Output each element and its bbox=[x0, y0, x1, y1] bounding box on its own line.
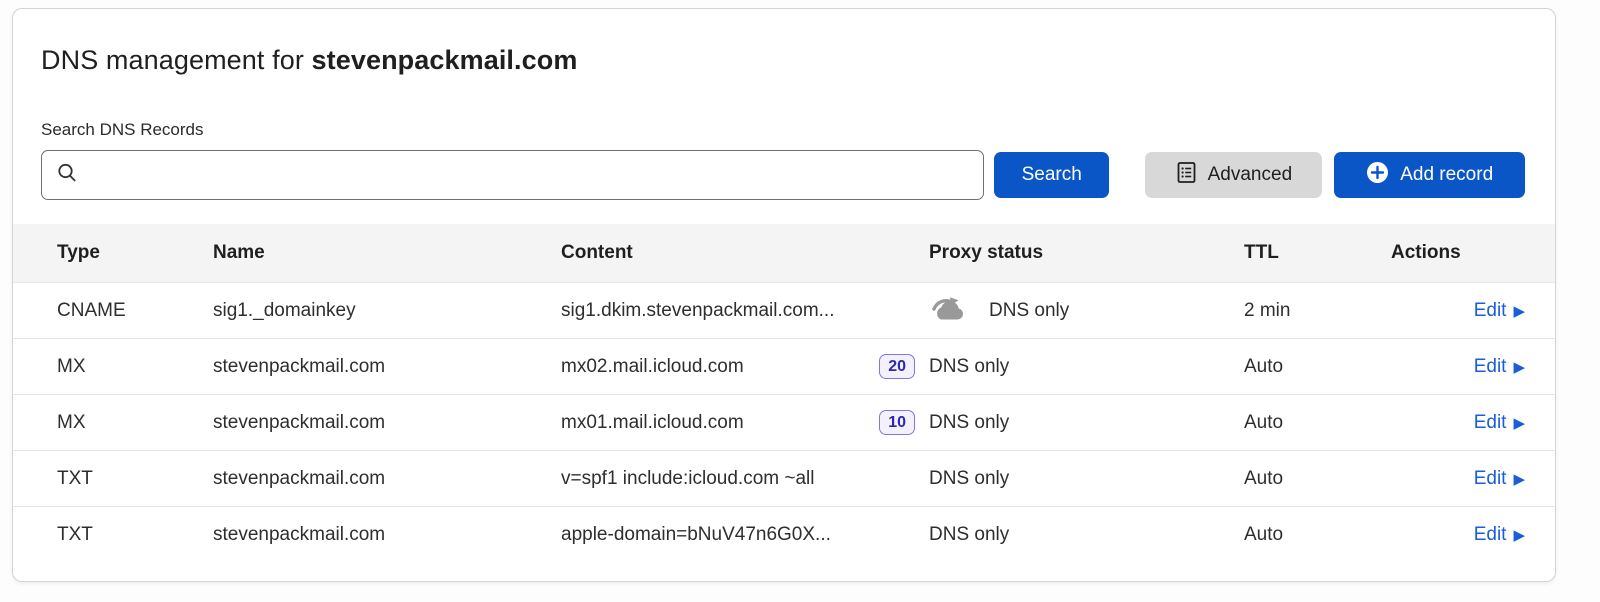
record-ttl: Auto bbox=[1244, 356, 1391, 378]
add-record-button-label: Add record bbox=[1400, 164, 1493, 186]
record-type: MX bbox=[57, 356, 213, 378]
column-header-actions: Actions bbox=[1391, 242, 1525, 264]
mx-priority-badge: 20 bbox=[879, 354, 915, 379]
record-type: CNAME bbox=[57, 300, 213, 322]
edit-record-link[interactable]: Edit ▶ bbox=[1474, 468, 1525, 490]
table-row: TXT stevenpackmail.com apple-domain=bNuV… bbox=[13, 506, 1555, 562]
controls-row: Search Advanced bbox=[41, 150, 1525, 200]
search-input[interactable] bbox=[88, 165, 969, 186]
record-name: stevenpackmail.com bbox=[213, 468, 561, 490]
search-button[interactable]: Search bbox=[994, 152, 1109, 198]
edit-link-label: Edit bbox=[1474, 300, 1507, 322]
column-header-content: Content bbox=[561, 242, 929, 264]
column-header-type: Type bbox=[57, 242, 213, 264]
caret-right-icon: ▶ bbox=[1513, 360, 1525, 375]
table-header-row: Type Name Content Proxy status TTL Actio… bbox=[13, 224, 1555, 282]
page-title-prefix: DNS management for bbox=[41, 45, 312, 75]
record-name: sig1._domainkey bbox=[213, 300, 561, 322]
add-record-button[interactable]: Add record bbox=[1334, 152, 1525, 198]
record-type: TXT bbox=[57, 524, 213, 546]
record-type: TXT bbox=[57, 468, 213, 490]
page-title: DNS management for stevenpackmail.com bbox=[41, 45, 1555, 76]
proxy-status-text: DNS only bbox=[929, 468, 1009, 490]
search-label: Search DNS Records bbox=[41, 120, 1555, 140]
record-ttl: Auto bbox=[1244, 468, 1391, 490]
table-row: MX stevenpackmail.com mx02.mail.icloud.c… bbox=[13, 338, 1555, 394]
record-ttl: 2 min bbox=[1244, 300, 1391, 322]
record-ttl: Auto bbox=[1244, 412, 1391, 434]
search-box[interactable] bbox=[41, 150, 984, 200]
edit-link-label: Edit bbox=[1474, 412, 1507, 434]
record-name: stevenpackmail.com bbox=[213, 524, 561, 546]
column-header-ttl: TTL bbox=[1244, 242, 1391, 264]
edit-record-link[interactable]: Edit ▶ bbox=[1474, 524, 1525, 546]
table-body: CNAME sig1._domainkey sig1.dkim.stevenpa… bbox=[13, 282, 1555, 562]
edit-link-label: Edit bbox=[1474, 356, 1507, 378]
record-content: apple-domain=bNuV47n6G0X... bbox=[561, 524, 831, 546]
column-header-name: Name bbox=[213, 242, 561, 264]
search-icon bbox=[56, 162, 78, 189]
plus-circle-icon bbox=[1366, 161, 1389, 190]
record-name: stevenpackmail.com bbox=[213, 412, 561, 434]
edit-record-link[interactable]: Edit ▶ bbox=[1474, 412, 1525, 434]
record-name: stevenpackmail.com bbox=[213, 356, 561, 378]
edit-record-link[interactable]: Edit ▶ bbox=[1474, 300, 1525, 322]
proxy-status-text: DNS only bbox=[989, 300, 1069, 322]
table-row: MX stevenpackmail.com mx01.mail.icloud.c… bbox=[13, 394, 1555, 450]
proxy-status-text: DNS only bbox=[929, 356, 1009, 378]
caret-right-icon: ▶ bbox=[1513, 304, 1525, 319]
record-type: MX bbox=[57, 412, 213, 434]
edit-link-label: Edit bbox=[1474, 468, 1507, 490]
dns-management-card: DNS management for stevenpackmail.com Se… bbox=[12, 8, 1556, 582]
list-page-icon bbox=[1176, 161, 1197, 190]
table-row: TXT stevenpackmail.com v=spf1 include:ic… bbox=[13, 450, 1555, 506]
dns-only-cloud-icon bbox=[929, 293, 969, 329]
mx-priority-badge: 10 bbox=[879, 410, 915, 435]
proxy-status-text: DNS only bbox=[929, 412, 1009, 434]
column-header-proxy-status: Proxy status bbox=[929, 242, 1244, 264]
dns-records-table: Type Name Content Proxy status TTL Actio… bbox=[13, 224, 1555, 562]
table-row: CNAME sig1._domainkey sig1.dkim.stevenpa… bbox=[13, 282, 1555, 338]
advanced-button[interactable]: Advanced bbox=[1145, 152, 1322, 198]
page-title-domain: stevenpackmail.com bbox=[312, 45, 578, 75]
record-content: mx01.mail.icloud.com bbox=[561, 412, 744, 434]
caret-right-icon: ▶ bbox=[1513, 416, 1525, 431]
record-content: sig1.dkim.stevenpackmail.com... bbox=[561, 300, 835, 322]
record-content: v=spf1 include:icloud.com ~all bbox=[561, 468, 814, 490]
advanced-button-label: Advanced bbox=[1208, 164, 1293, 186]
search-button-label: Search bbox=[1022, 164, 1082, 186]
record-ttl: Auto bbox=[1244, 524, 1391, 546]
edit-link-label: Edit bbox=[1474, 524, 1507, 546]
record-content: mx02.mail.icloud.com bbox=[561, 356, 744, 378]
caret-right-icon: ▶ bbox=[1513, 472, 1525, 487]
edit-record-link[interactable]: Edit ▶ bbox=[1474, 356, 1525, 378]
proxy-status-text: DNS only bbox=[929, 524, 1009, 546]
caret-right-icon: ▶ bbox=[1513, 528, 1525, 543]
